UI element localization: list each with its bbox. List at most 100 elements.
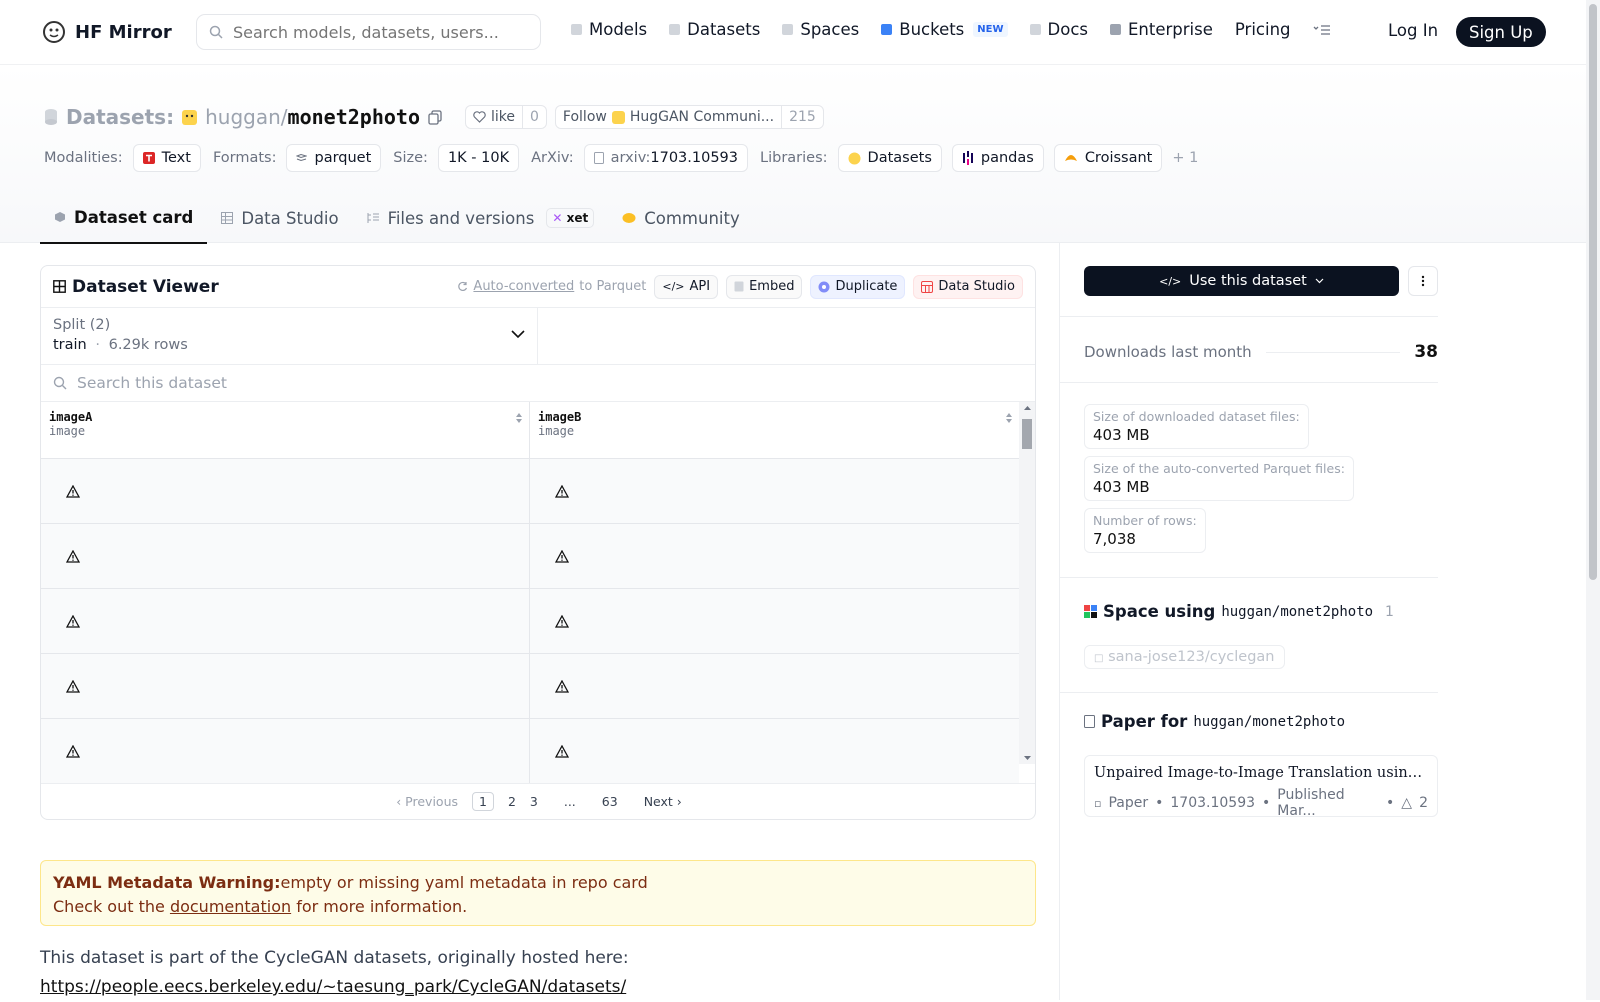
stat-label: Size of downloaded dataset files: [1093,409,1300,424]
table-cell-image[interactable] [530,459,1019,524]
page-3[interactable]: 3 [530,794,538,809]
next-page-button[interactable]: Next › [644,794,682,809]
nav-docs[interactable]: Docs [1029,20,1088,39]
nav-buckets[interactable]: Buckets NEW [881,20,1008,39]
split-selector[interactable]: Split (2) train · 6.29k rows [41,308,538,364]
prev-page-button[interactable]: ‹ Previous [396,794,458,809]
spaces-icon [782,24,794,35]
login-link[interactable]: Log In [1388,21,1438,40]
table-cell-image[interactable] [41,459,530,524]
page-2[interactable]: 2 [508,794,516,809]
repo-title: Datasets: huggan / monet2photo like 0 Fol… [44,105,824,129]
documentation-link[interactable]: documentation [170,897,291,916]
library-pandas-chip[interactable]: pandas [951,144,1044,172]
library-croissant-chip[interactable]: Croissant [1053,144,1163,172]
models-icon [571,24,582,35]
split-rows: 6.29k rows [108,337,188,353]
tab-dataset-card[interactable]: Dataset card [40,192,208,244]
column-header-imageA[interactable]: imageA image [41,402,530,459]
table-scrollbar[interactable] [1019,402,1035,764]
column-header-imageB[interactable]: imageB image [530,402,1019,459]
like-button[interactable]: like 0 [464,105,547,129]
cyclegan-datasets-link[interactable]: https://people.eecs.berkeley.edu/~taesun… [40,977,626,997]
auto-converted-link[interactable]: Auto-converted [473,279,574,294]
tab-data-studio[interactable]: Data Studio [207,192,352,244]
nav-pricing[interactable]: Pricing [1235,20,1291,39]
auto-converted-info[interactable]: Auto-converted to Parquet [457,279,646,294]
data-studio-icon [921,280,934,293]
table-cell-image[interactable] [530,719,1019,784]
spaces-icon [1084,605,1097,618]
viewer-header: Dataset Viewer Auto-converted to Parquet … [41,266,1035,308]
more-options-button[interactable] [1408,266,1438,296]
follow-org: HugGAN Communi... [629,109,775,125]
stat-value: 403 MB [1093,426,1150,444]
library-datasets-chip[interactable]: Datasets [837,144,942,172]
nav-enterprise[interactable]: Enterprise [1110,20,1213,39]
downloads-stat: Downloads last month 38 [1084,342,1438,362]
nav-datasets[interactable]: Datasets [669,20,760,39]
tab-files-versions[interactable]: Files and versions ✕ xet [353,192,609,244]
table-row[interactable] [41,459,1019,524]
table-row[interactable] [41,719,1019,784]
sort-icon[interactable] [515,412,523,424]
org-avatar-icon [182,109,198,125]
stat-num-rows: Number of rows: 7,038 [1084,508,1206,553]
paper-card[interactable]: Unpaired Image-to-Image Translation usin… [1084,755,1438,819]
nav-spaces[interactable]: Spaces [782,20,859,39]
table-cell-image[interactable] [530,524,1019,589]
nav-datasets-label: Datasets [687,20,761,39]
sort-icon[interactable] [1005,412,1013,424]
space-title: Space using [1103,602,1216,621]
table-cell-image[interactable] [41,719,530,784]
paper-small-icon: ▫ [1094,796,1102,810]
table-row[interactable] [41,524,1019,589]
nav-models[interactable]: Models [571,20,647,39]
viewer-search[interactable]: Search this dataset [41,365,1035,402]
global-search[interactable] [196,14,541,50]
library-datasets: Datasets [867,150,932,166]
table-cell-image[interactable] [41,654,530,719]
brand-logo[interactable]: HF Mirror [42,20,172,44]
formats-label: Formats: [212,150,277,166]
page-scrollbar-thumb[interactable] [1589,4,1597,580]
arxiv-chip[interactable]: arxiv: 1703.10593 [583,144,749,172]
table-row[interactable] [41,589,1019,654]
size-chip[interactable]: 1K - 10K [437,144,520,172]
use-dataset-button[interactable]: </> Use this dataset [1084,266,1399,296]
signup-button[interactable]: Sign Up [1456,17,1546,47]
modality-chip[interactable]: Text [132,144,201,172]
page-1[interactable]: 1 [472,792,494,811]
table-row[interactable] [41,654,1019,719]
more-menu-icon[interactable] [1313,24,1331,36]
warning-line2-pre: Check out the [53,897,170,916]
page-scrollbar[interactable] [1586,0,1600,1000]
embed-button[interactable]: Embed [726,274,803,299]
api-button[interactable]: </> API [654,274,719,299]
tab-community[interactable]: Community [608,192,754,244]
space-item-icon: □ [1094,653,1104,664]
croissant-icon [1064,155,1077,161]
stat-parquet-size: Size of the auto-converted Parquet files… [1084,456,1354,501]
table-cell-image[interactable] [530,589,1019,654]
duplicate-button[interactable]: Duplicate [810,274,906,299]
broken-image-icon [66,680,80,693]
code-icon: </> [662,280,685,293]
pagination: ‹ Previous 1 2 3 ... 63 Next › [41,783,1035,819]
nav-links: Models Datasets Spaces Buckets NEW Docs E… [571,20,1331,39]
broken-image-icon [555,615,569,628]
broken-image-icon [555,550,569,563]
copy-icon[interactable] [428,109,443,125]
table-cell-image[interactable] [41,589,530,654]
page-63[interactable]: 63 [602,794,618,809]
space-item[interactable]: □ sana-jose123/cyclegan [1084,645,1285,669]
repo-owner[interactable]: huggan [205,105,281,129]
format-chip[interactable]: parquet [286,144,382,172]
global-search-input[interactable] [233,22,523,42]
table-cell-image[interactable] [41,524,530,589]
viewer-search-placeholder: Search this dataset [77,374,227,392]
data-studio-button[interactable]: Data Studio [913,274,1023,299]
table-cell-image[interactable] [530,654,1019,719]
follow-button[interactable]: Follow HugGAN Communi... 215 [554,105,824,129]
libraries-more[interactable]: + 1 [1172,150,1198,166]
